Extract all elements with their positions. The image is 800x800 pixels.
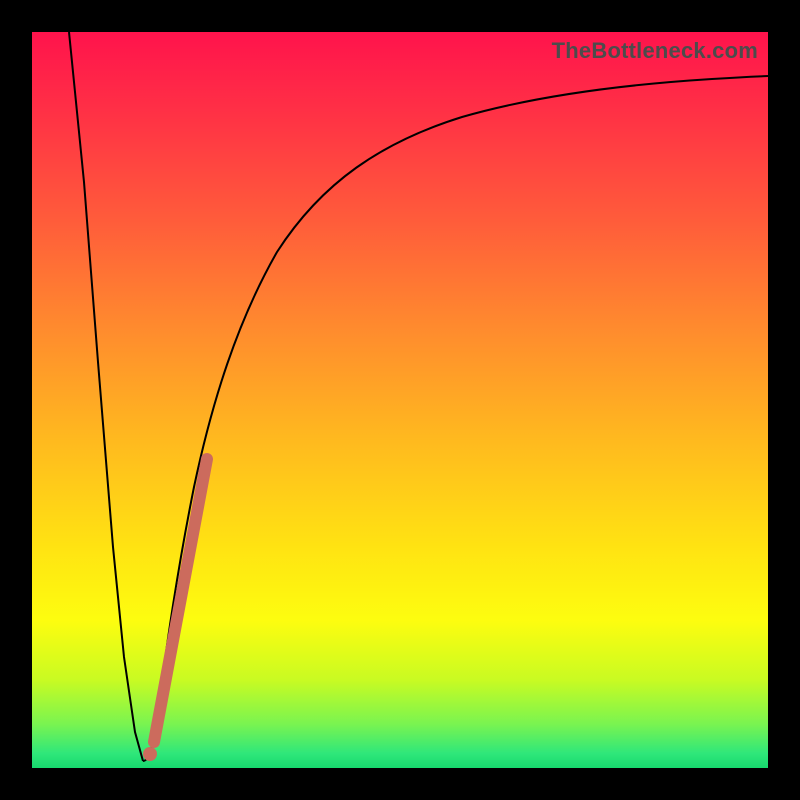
chart-svg [32,32,768,768]
curve-right [143,76,768,761]
highlight-segment [154,459,207,742]
highlight-dot [143,747,157,761]
curve-left [69,32,143,761]
chart-frame: TheBottleneck.com [0,0,800,800]
plot-area: TheBottleneck.com [32,32,768,768]
